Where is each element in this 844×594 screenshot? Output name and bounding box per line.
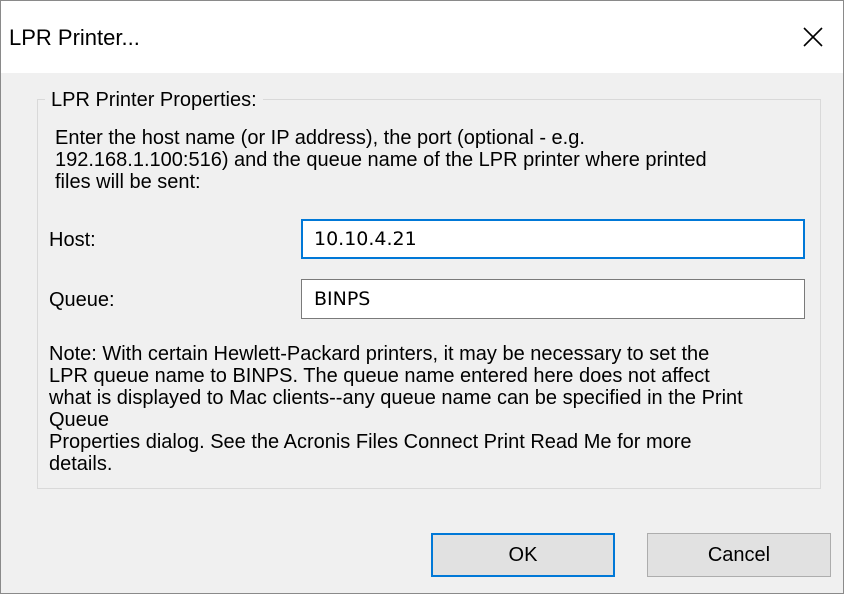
group-label: LPR Printer Properties: [45,89,263,111]
host-label: Host: [49,229,96,251]
cancel-button[interactable]: Cancel [647,533,831,577]
close-icon [803,27,823,47]
lpr-printer-dialog: LPR Printer... LPR Printer Properties: E… [0,0,844,594]
instructions-text: Enter the host name (or IP address), the… [55,127,707,193]
close-button[interactable] [783,1,843,73]
host-input[interactable] [301,219,805,259]
queue-input[interactable] [301,279,805,319]
note-text: Note: With certain Hewlett-Packard print… [49,343,743,475]
title-bar: LPR Printer... [1,1,843,73]
ok-button[interactable]: OK [431,533,615,577]
window-title: LPR Printer... [9,25,140,50]
queue-label: Queue: [49,289,115,311]
